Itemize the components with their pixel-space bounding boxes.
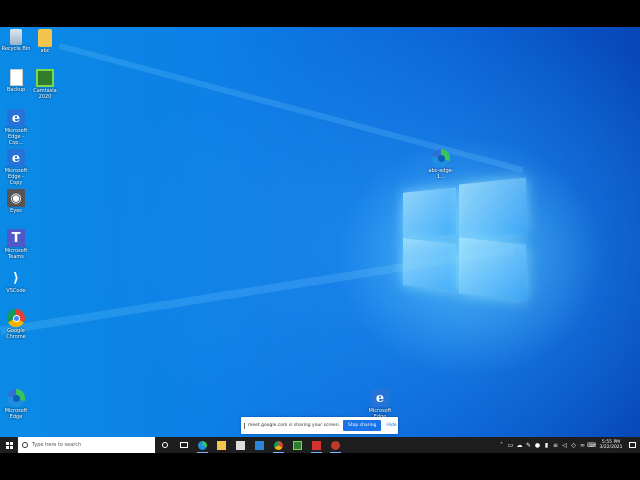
desktop-icon-edge-copy-2[interactable]: e Microsoft Edge - Copy: [1, 149, 31, 186]
windows-logo-wallpaper: [402, 177, 527, 302]
task-view-icon: [179, 442, 188, 448]
desktop-icon-abc-folder[interactable]: abc: [30, 29, 60, 54]
start-button[interactable]: [0, 437, 18, 453]
network-icon[interactable]: ≡: [551, 437, 560, 453]
chevron-up-icon[interactable]: ˄: [497, 437, 506, 453]
search-placeholder: Type here to search: [32, 442, 82, 448]
device-icon[interactable]: ▭: [506, 437, 515, 453]
letterbox-bottom: [0, 453, 640, 480]
pen-icon[interactable]: ✎: [524, 437, 533, 453]
recorder-icon: [331, 440, 340, 450]
hide-button[interactable]: Hide: [384, 423, 398, 428]
desktop[interactable]: Recycle Bin abc Backup Camtasia 2020 e M…: [0, 27, 640, 437]
notification-icon: [628, 442, 636, 448]
edge-legacy-icon: e: [7, 109, 25, 127]
icon-label: Microsoft Edge - Cop...: [4, 128, 28, 146]
volume-icon[interactable]: ◁: [560, 437, 569, 453]
screen-sharing-banner: meet.google.com is sharing your screen. …: [241, 417, 398, 434]
taskbar-edge[interactable]: [193, 437, 212, 453]
letterbox-top: [0, 0, 640, 27]
keyboard-icon[interactable]: ⌨: [587, 437, 596, 453]
desktop-icon-vscode[interactable]: ⟩ VSCode: [1, 269, 31, 295]
icon-label: Eyes: [10, 208, 22, 214]
desktop-icon-teams[interactable]: T Microsoft Teams: [1, 229, 31, 260]
system-tray: ˄ ▭ ☁ ✎ ● ▮ ≡ ◁ ◇ ∞ ⌨ 5:55 PM 3/22/2021: [497, 437, 640, 453]
taskbar-search-box[interactable]: Type here to search: [18, 437, 155, 453]
battery-icon[interactable]: ▮: [542, 437, 551, 453]
clock-date: 3/22/2021: [599, 445, 623, 450]
desktop-icon-camtasia[interactable]: Camtasia 2020: [30, 69, 60, 100]
drag-handle-icon[interactable]: [244, 422, 245, 429]
taskbar: Type here to search ˄ ▭ ☁ ✎ ● ▮ ≡ ◁ ◇ ∞ …: [0, 437, 640, 453]
cortana-icon: [161, 442, 168, 448]
camtasia-icon: [293, 440, 302, 450]
icon-label: Microsoft Edge: [4, 408, 28, 420]
dropbox-icon[interactable]: ◇: [569, 437, 578, 453]
action-center-button[interactable]: [626, 437, 638, 453]
red-app-icon: [312, 440, 321, 450]
link-icon[interactable]: ∞: [578, 437, 587, 453]
eye-icon: ◉: [7, 189, 25, 207]
taskbar-recorder[interactable]: [326, 437, 345, 453]
taskbar-mail[interactable]: [250, 437, 269, 453]
desktop-icon-chrome[interactable]: Google Chrome: [1, 309, 31, 340]
cortana-button[interactable]: [155, 437, 174, 453]
edge-legacy-icon: e: [371, 389, 389, 407]
search-icon: [22, 442, 28, 448]
icon-label: Recycle Bin: [1, 46, 31, 52]
desktop-icon-edge-legacy[interactable]: e Microsoft Edge: [365, 389, 395, 420]
camtasia-icon: [36, 69, 54, 87]
sharing-message: meet.google.com is sharing your screen.: [248, 423, 340, 428]
taskbar-store[interactable]: [231, 437, 250, 453]
desktop-icon-edge[interactable]: Microsoft Edge: [1, 389, 31, 420]
mail-icon: [255, 440, 264, 450]
desktop-icon-backup[interactable]: Backup: [1, 69, 31, 93]
onedrive-icon[interactable]: ☁: [515, 437, 524, 453]
icon-label: VSCode: [6, 288, 26, 294]
icon-label: Microsoft Teams: [4, 248, 28, 260]
icon-label: Google Chrome: [6, 328, 26, 340]
file-icon: [9, 69, 23, 86]
icon-label: abc: [40, 48, 50, 54]
chrome-icon: [7, 309, 25, 327]
desktop-icon-edge-copy-1[interactable]: e Microsoft Edge - Cop...: [1, 109, 31, 146]
teams-icon: T: [7, 229, 25, 247]
file-explorer-icon: [217, 440, 226, 450]
icon-label: Backup: [6, 87, 26, 93]
chrome-icon: [274, 440, 283, 450]
windows-icon: [5, 441, 13, 449]
folder-icon: [38, 29, 52, 47]
taskbar-chrome[interactable]: [269, 437, 288, 453]
taskbar-file-explorer[interactable]: [212, 437, 231, 453]
taskbar-red-app[interactable]: [307, 437, 326, 453]
edge-icon: [198, 440, 207, 450]
microphone-icon[interactable]: ●: [533, 437, 542, 453]
desktop-icon-recycle-bin[interactable]: Recycle Bin: [1, 29, 31, 52]
edge-legacy-icon: e: [7, 149, 25, 167]
icon-label: Camtasia 2020: [33, 88, 57, 100]
stop-sharing-button[interactable]: Stop sharing: [342, 420, 382, 431]
recycle-bin-icon: [10, 29, 22, 45]
desktop-icon-abc-edge[interactable]: abc-edge-1...: [426, 149, 456, 180]
edge-icon: [432, 149, 450, 167]
task-view-button[interactable]: [174, 437, 193, 453]
vscode-icon: ⟩: [13, 270, 19, 286]
icon-label: abc-edge-1...: [428, 168, 454, 180]
taskbar-camtasia[interactable]: [288, 437, 307, 453]
desktop-icon-eyes[interactable]: ◉ Eyes: [1, 189, 31, 214]
store-icon: [236, 440, 245, 450]
icon-label: Microsoft Edge - Copy: [4, 168, 28, 186]
taskbar-clock[interactable]: 5:55 PM 3/22/2021: [596, 440, 626, 451]
edge-icon: [7, 389, 25, 407]
